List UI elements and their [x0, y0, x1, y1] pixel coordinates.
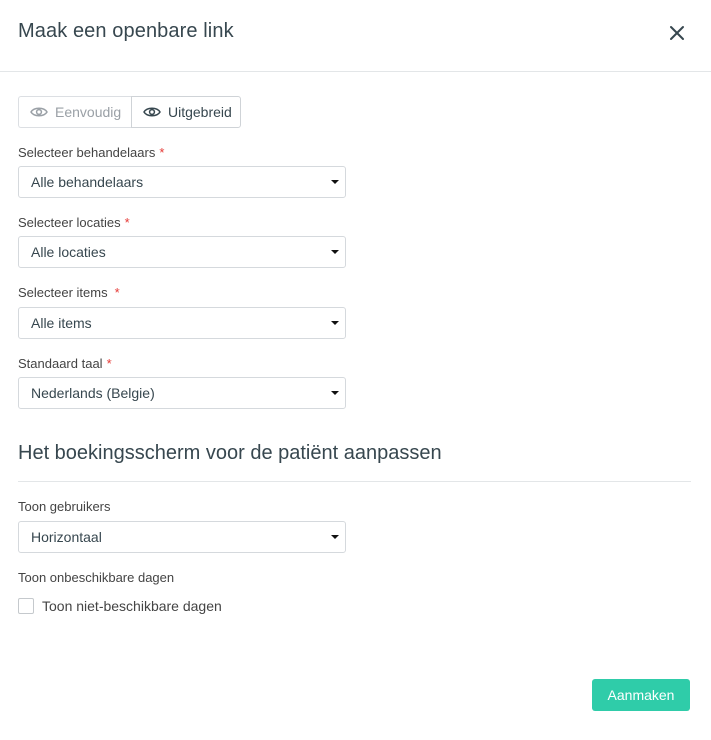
items-label-text: Selecteer items — [18, 285, 108, 300]
locations-label-text: Selecteer locaties — [18, 215, 121, 230]
locations-select-value: Alle locaties — [31, 244, 106, 260]
items-label: Selecteer items * — [18, 285, 120, 300]
practitioners-label: Selecteer behandelaars * — [18, 145, 164, 160]
show-users-select[interactable]: Horizontaal — [18, 521, 346, 553]
show-users-select-value: Horizontaal — [31, 529, 102, 545]
required-mark: * — [159, 145, 165, 160]
eye-icon — [30, 106, 48, 118]
view-toggle: Eenvoudig Uitgebreid — [18, 96, 241, 128]
items-select-value: Alle items — [31, 315, 92, 331]
eye-icon — [143, 106, 161, 118]
section-title: Het boekingsscherm voor de patiënt aanpa… — [18, 442, 442, 464]
items-select[interactable]: Alle items — [18, 307, 346, 339]
close-button[interactable] — [664, 20, 690, 46]
caret-down-icon — [331, 535, 339, 539]
caret-down-icon — [331, 321, 339, 325]
language-select[interactable]: Nederlands (Belgie) — [18, 377, 346, 409]
language-label: Standaard taal * — [18, 356, 112, 371]
modal-title: Maak een openbare link — [18, 20, 234, 42]
close-icon — [670, 26, 684, 40]
required-mark: * — [114, 285, 120, 300]
simple-view-button[interactable]: Eenvoudig — [18, 96, 131, 128]
unavailable-days-checkbox-label[interactable]: Toon niet-beschikbare dagen — [42, 598, 222, 614]
caret-down-icon — [331, 180, 339, 184]
section-divider — [18, 481, 691, 482]
practitioners-select[interactable]: Alle behandelaars — [18, 166, 346, 198]
locations-label: Selecteer locaties * — [18, 215, 130, 230]
required-mark: * — [106, 356, 112, 371]
language-select-value: Nederlands (Belgie) — [31, 385, 155, 401]
unavailable-days-label: Toon onbeschikbare dagen — [18, 570, 175, 585]
unavailable-days-checkbox[interactable] — [18, 598, 34, 614]
caret-down-icon — [331, 391, 339, 395]
advanced-view-button[interactable]: Uitgebreid — [131, 96, 241, 128]
create-button[interactable]: Aanmaken — [592, 679, 690, 711]
practitioners-select-value: Alle behandelaars — [31, 174, 144, 190]
locations-select[interactable]: Alle locaties — [18, 236, 346, 268]
language-label-text: Standaard taal — [18, 356, 103, 371]
simple-view-label: Eenvoudig — [55, 104, 122, 120]
required-mark: * — [124, 215, 130, 230]
practitioners-label-text: Selecteer behandelaars — [18, 145, 156, 160]
unavailable-days-option[interactable]: Toon niet-beschikbare dagen — [18, 598, 222, 614]
show-users-label: Toon gebruikers — [18, 499, 111, 514]
advanced-view-label: Uitgebreid — [168, 104, 232, 120]
caret-down-icon — [331, 250, 339, 254]
modal-header: Maak een openbare link — [0, 0, 711, 72]
